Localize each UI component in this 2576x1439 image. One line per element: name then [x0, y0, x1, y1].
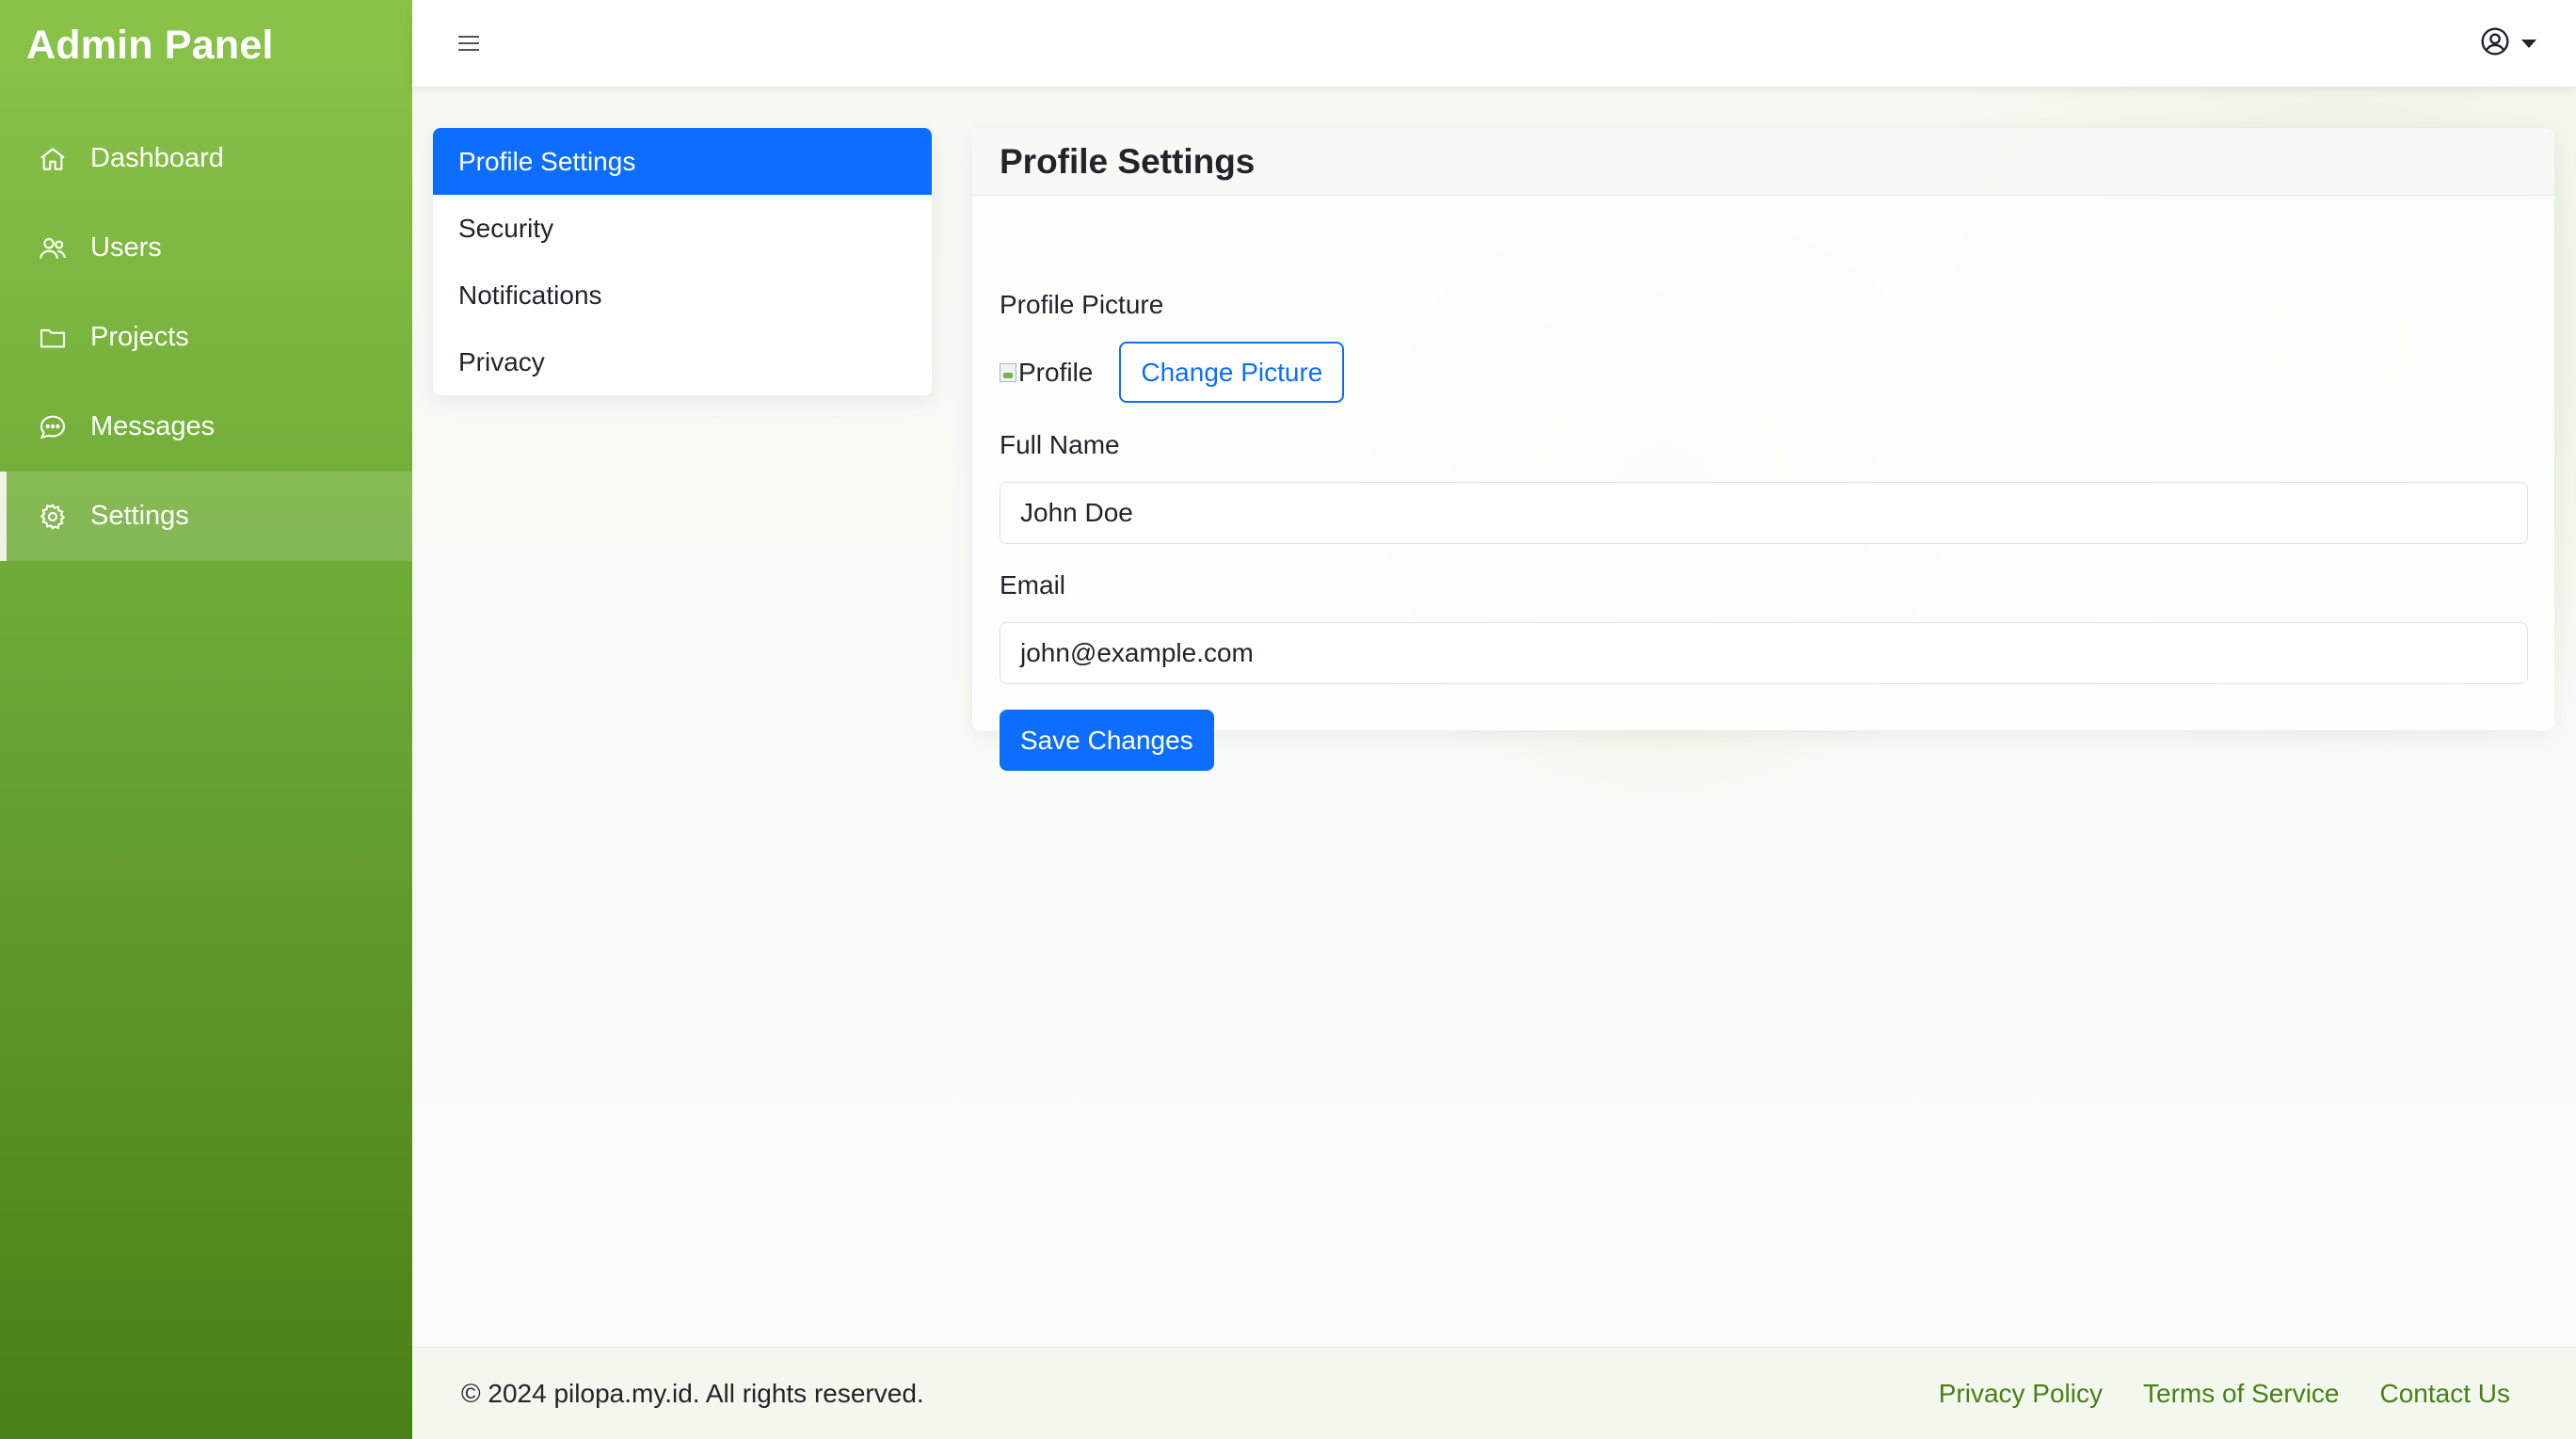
settings-menu-privacy[interactable]: Privacy: [433, 328, 932, 395]
sidebar-item-label: Projects: [90, 322, 189, 352]
settings-menu: Profile Settings Security Notifications …: [433, 128, 932, 395]
main-content: Profile Settings Security Notifications …: [412, 0, 2576, 1439]
chat-icon: [38, 412, 68, 442]
sidebar-item-messages[interactable]: Messages: [0, 382, 412, 472]
profile-picture-label: Profile Picture: [1000, 290, 1164, 319]
card-header: Profile Settings: [972, 128, 2554, 196]
profile-settings-card: Profile Settings Profile Picture Profile…: [972, 128, 2554, 771]
change-picture-button[interactable]: Change Picture: [1119, 342, 1345, 403]
topbar: [412, 0, 2576, 87]
sidebar-item-settings[interactable]: Settings: [0, 472, 412, 561]
footer-links: Privacy Policy Terms of Service Contact …: [1939, 1379, 2510, 1409]
sidebar: Admin Panel Dashboard Users Projects Mes…: [0, 0, 412, 1439]
hamburger-icon[interactable]: [454, 28, 484, 58]
user-menu-dropdown[interactable]: [2480, 26, 2536, 61]
full-name-label: Full Name: [1000, 430, 1120, 459]
users-icon: [38, 233, 68, 264]
profile-image-alt: Profile: [1018, 357, 1094, 387]
broken-image-icon: [1000, 362, 1016, 382]
sidebar-item-dashboard[interactable]: Dashboard: [0, 114, 412, 203]
profile-image: Profile: [1000, 358, 1093, 388]
copyright-text: © 2024 pilopa.my.id. All rights reserved…: [461, 1379, 924, 1408]
sidebar-item-label: Users: [90, 232, 162, 263]
card-title: Profile Settings: [1000, 141, 1256, 181]
footer: © 2024 pilopa.my.id. All rights reserved…: [412, 1347, 2576, 1439]
user-circle-icon: [2480, 26, 2510, 61]
full-name-field[interactable]: John Doe: [1000, 482, 2528, 544]
sidebar-item-label: Settings: [90, 501, 189, 531]
brand-title: Admin Panel: [26, 23, 274, 68]
privacy-policy-link[interactable]: Privacy Policy: [1939, 1379, 2103, 1409]
save-changes-button[interactable]: Save Changes: [1000, 710, 1214, 771]
settings-menu-profile[interactable]: Profile Settings: [433, 128, 932, 195]
sidebar-item-label: Dashboard: [90, 143, 224, 173]
sidebar-nav: Dashboard Users Projects Messages Settin…: [0, 114, 412, 561]
folder-icon: [38, 323, 68, 353]
home-icon: [38, 144, 68, 174]
gear-icon: [38, 502, 68, 532]
sidebar-item-label: Messages: [90, 411, 216, 441]
terms-of-service-link[interactable]: Terms of Service: [2143, 1379, 2340, 1409]
sidebar-item-users[interactable]: Users: [0, 203, 412, 293]
settings-menu-security[interactable]: Security: [433, 195, 932, 262]
email-label: Email: [1000, 570, 1066, 600]
sidebar-item-projects[interactable]: Projects: [0, 293, 412, 382]
profile-picture-row: Profile Change Picture: [1000, 342, 1345, 403]
contact-us-link[interactable]: Contact Us: [2380, 1379, 2511, 1409]
settings-menu-notifications[interactable]: Notifications: [433, 262, 932, 328]
email-field[interactable]: john@example.com: [1000, 622, 2528, 684]
caret-down-icon: [2521, 40, 2536, 48]
